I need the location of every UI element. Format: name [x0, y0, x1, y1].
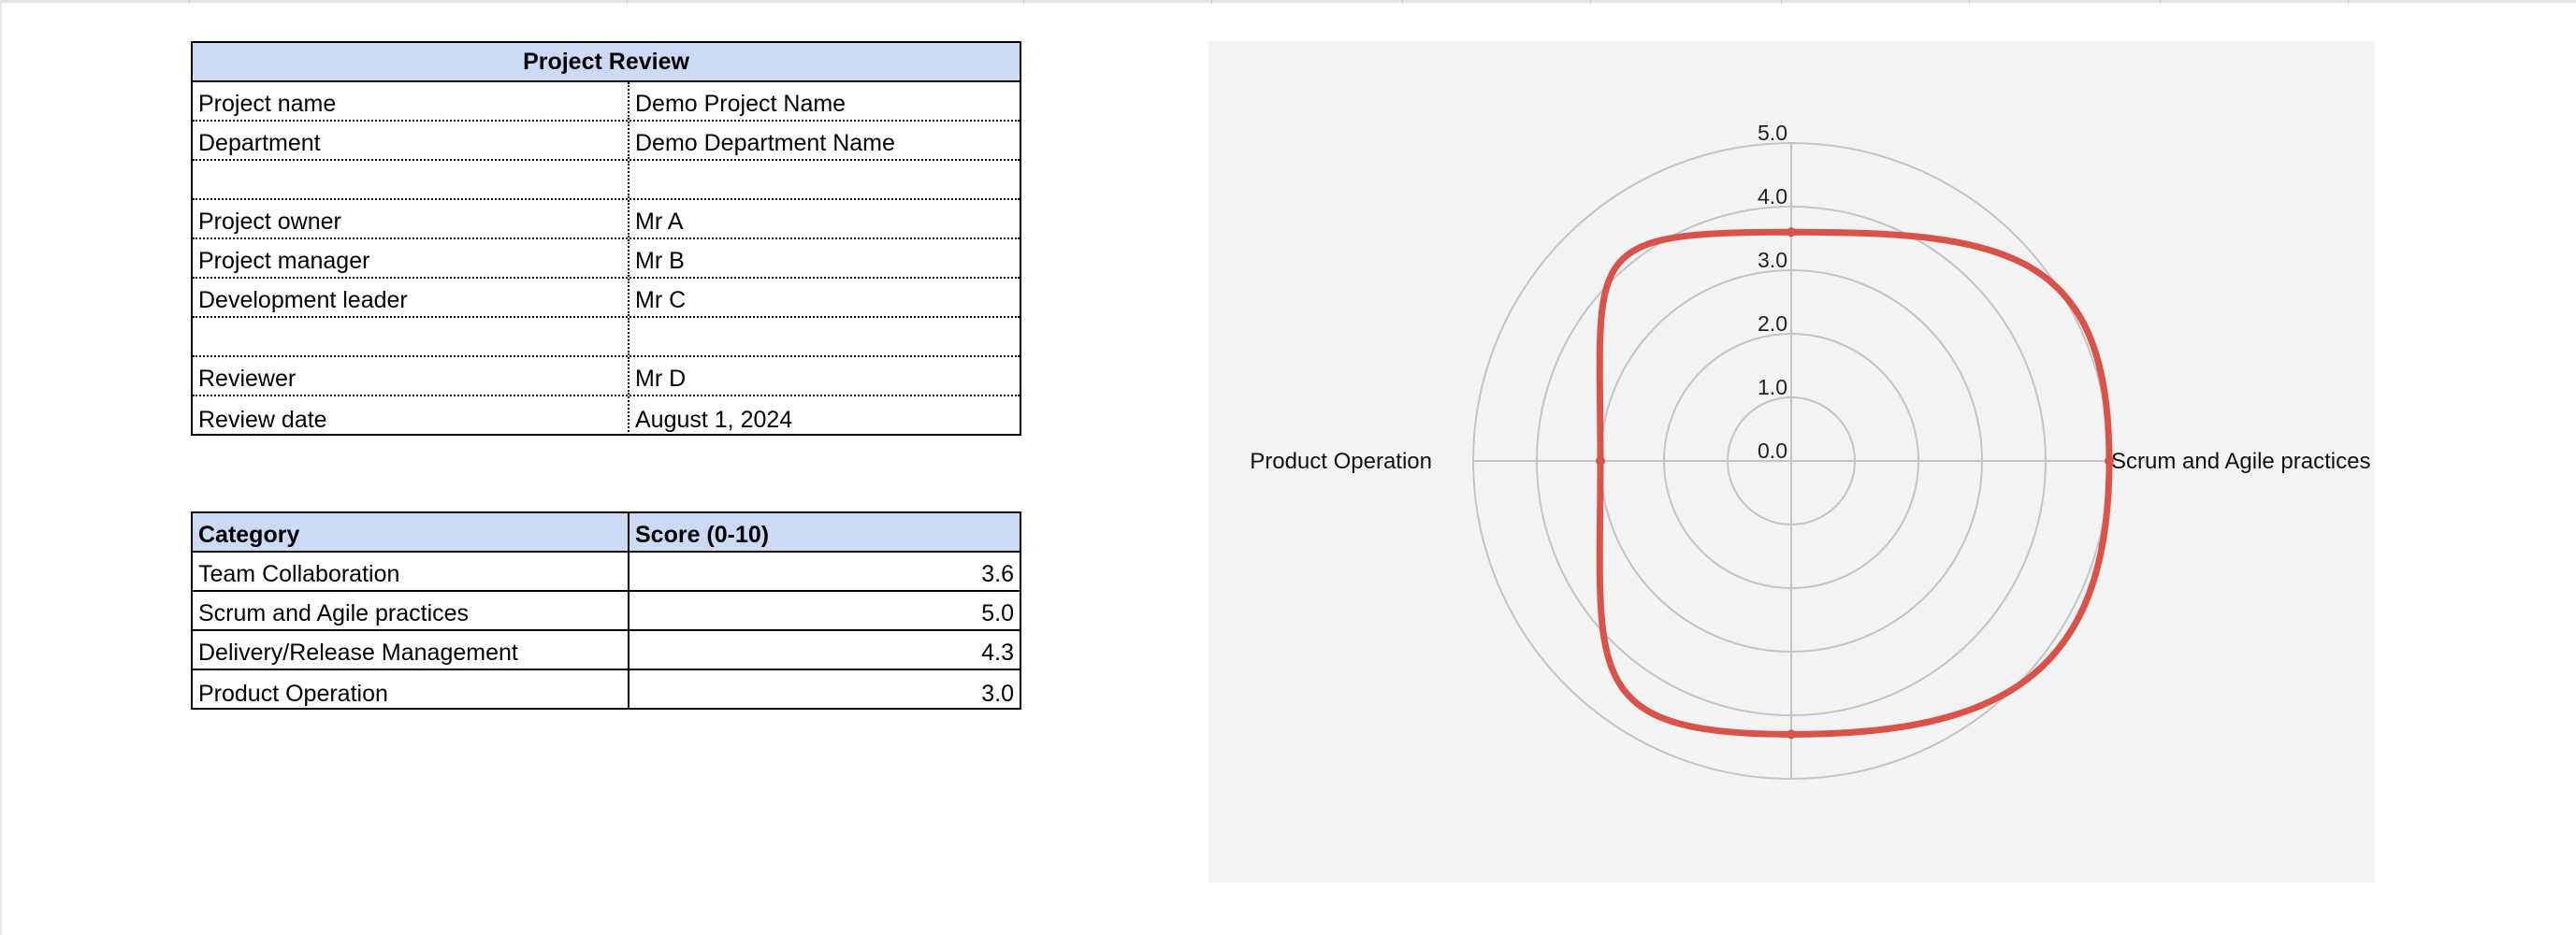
review-field-label[interactable]: Project owner: [193, 200, 630, 237]
score-table-header: Category Score (0-10): [193, 513, 1020, 553]
review-field-value[interactable]: August 1, 2024: [630, 396, 1020, 436]
category-score-table: Category Score (0-10) Team Collaboration…: [191, 511, 1021, 710]
project-review-row: Project owner Mr A: [193, 200, 1020, 239]
score-table-row: Product Operation 3.0: [193, 670, 1020, 710]
column-gridline: [1402, 0, 1403, 4]
column-gridline: [1781, 0, 1782, 4]
project-review-title[interactable]: Project Review: [193, 43, 1020, 82]
project-review-row: [193, 161, 1020, 200]
project-review-row: Department Demo Department Name: [193, 122, 1020, 161]
score-table-row: Delivery/Release Management 4.3: [193, 631, 1020, 670]
review-field-value[interactable]: Mr A: [630, 200, 1020, 237]
score-table-row: Team Collaboration 3.6: [193, 553, 1020, 592]
project-review-row: Project manager Mr B: [193, 239, 1020, 279]
project-review-row: Project name Demo Project Name: [193, 82, 1020, 122]
project-review-table: Project Review Project name Demo Project …: [191, 41, 1021, 436]
radar-tick-label: 0.0: [1758, 439, 1787, 463]
column-gridline: [1590, 0, 1591, 4]
review-field-label[interactable]: Development leader: [193, 279, 630, 316]
review-field-value[interactable]: [630, 318, 1020, 355]
radar-tick-label: 1.0: [1758, 375, 1787, 399]
project-review-rows: Project name Demo Project Name Department D…: [193, 82, 1020, 436]
sheet-left-border: [0, 0, 2, 935]
review-field-value[interactable]: Mr B: [630, 239, 1020, 277]
column-gridline: [1969, 0, 1970, 4]
review-field-value[interactable]: [630, 161, 1020, 198]
review-field-value[interactable]: Mr C: [630, 279, 1020, 316]
radar-axis-label: Scrum and Agile practices: [2111, 449, 2370, 474]
category-header[interactable]: Category: [193, 513, 630, 551]
radar-chart[interactable]: 0.0 1.0 2.0 3.0 4.0 5.0 Scrum and Agile practi…: [1208, 41, 2375, 883]
radar-data-point[interactable]: [1787, 227, 1796, 237]
radar-chart-svg: 0.0 1.0 2.0 3.0 4.0 5.0 Scrum and Agile practi…: [1208, 41, 2375, 883]
radar-data-point[interactable]: [1596, 456, 1605, 466]
score-cell[interactable]: 5.0: [630, 592, 1020, 629]
radar-data-point[interactable]: [1787, 729, 1796, 740]
category-cell[interactable]: Delivery/Release Management: [193, 631, 630, 669]
radar-tick-label: 4.0: [1758, 184, 1787, 209]
category-cell[interactable]: Scrum and Agile practices: [193, 592, 630, 629]
radar-data-point[interactable]: [2105, 456, 2114, 466]
review-field-label[interactable]: Reviewer: [193, 357, 630, 395]
review-field-value[interactable]: Demo Project Name: [630, 82, 1020, 120]
category-cell[interactable]: Product Operation: [193, 670, 630, 710]
column-gridline: [1023, 0, 1024, 4]
project-review-row: Review date August 1, 2024: [193, 396, 1020, 436]
column-gridline: [2160, 0, 2161, 4]
project-review-row: Development leader Mr C: [193, 279, 1020, 318]
score-cell[interactable]: 4.3: [630, 631, 1020, 669]
review-field-label[interactable]: Department: [193, 122, 630, 159]
radar-tick-label: 2.0: [1758, 311, 1787, 336]
sheet-top-border: [0, 0, 2576, 3]
score-cell[interactable]: 3.0: [630, 670, 1020, 710]
project-review-row: Reviewer Mr D: [193, 357, 1020, 396]
score-header[interactable]: Score (0-10): [630, 513, 1020, 551]
radar-axis-label: Product Operation: [1250, 449, 1432, 474]
category-cell[interactable]: Team Collaboration: [193, 553, 630, 590]
review-field-label[interactable]: [193, 318, 630, 355]
column-gridline: [1211, 0, 1212, 4]
review-field-label[interactable]: [193, 161, 630, 198]
radar-tick-label: 5.0: [1758, 121, 1787, 145]
project-review-row: [193, 318, 1020, 357]
radar-tick-label: 3.0: [1758, 248, 1787, 272]
review-field-label[interactable]: Project name: [193, 82, 630, 120]
review-field-value[interactable]: Demo Department Name: [630, 122, 1020, 159]
score-table-rows: Team Collaboration 3.6 Scrum and Agile pra…: [193, 553, 1020, 710]
score-cell[interactable]: 3.6: [630, 553, 1020, 590]
column-gridline: [627, 0, 628, 4]
review-field-value[interactable]: Mr D: [630, 357, 1020, 395]
review-field-label[interactable]: Review date: [193, 396, 630, 436]
review-field-label[interactable]: Project manager: [193, 239, 630, 277]
score-table-row: Scrum and Agile practices 5.0: [193, 592, 1020, 631]
column-gridline: [189, 0, 190, 4]
column-gridline: [2348, 0, 2349, 4]
